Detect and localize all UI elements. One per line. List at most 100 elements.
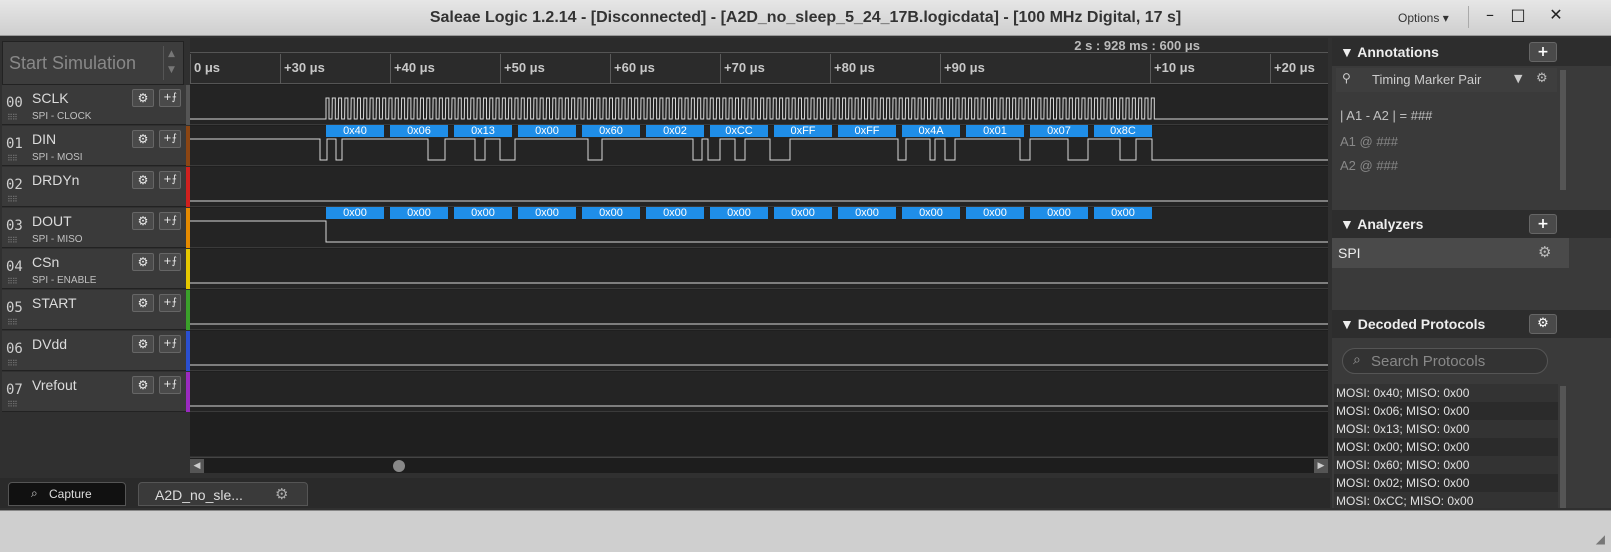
channel-name[interactable]: Vrefout xyxy=(32,377,77,393)
start-simulation-button[interactable]: Start Simulation ▲ ▼ xyxy=(2,41,184,85)
channel-00[interactable]: 00 ⠿⠿ SCLK SPI - CLOCK ⚙ +⨍ xyxy=(2,85,190,125)
mosi-byte[interactable]: 0x40 xyxy=(326,125,384,137)
channel-01[interactable]: 01 ⠿⠿ DIN SPI - MOSI ⚙ +⨍ xyxy=(2,126,190,166)
gear-icon[interactable]: ⚙ xyxy=(132,335,154,353)
channel-name[interactable]: DVdd xyxy=(32,336,67,352)
miso-byte[interactable]: 0x00 xyxy=(582,207,640,219)
mosi-byte[interactable]: 0x00 xyxy=(518,125,576,137)
channel-04[interactable]: 04 ⠿⠿ CSn SPI - ENABLE ⚙ +⨍ xyxy=(2,249,190,289)
mosi-byte[interactable]: 0x4A xyxy=(902,125,960,137)
miso-byte[interactable]: 0x00 xyxy=(838,207,896,219)
scroll-right-icon[interactable]: ▶ xyxy=(1314,459,1328,473)
decoded-row[interactable]: MOSI: 0xCC; MISO: 0x00 xyxy=(1334,492,1558,508)
decoded-row[interactable]: MOSI: 0x00; MISO: 0x00 xyxy=(1334,438,1558,456)
miso-byte[interactable]: 0x00 xyxy=(518,207,576,219)
decoded-settings-button[interactable]: ⚙ xyxy=(1529,314,1557,334)
miso-byte[interactable]: 0x00 xyxy=(390,207,448,219)
mosi-byte[interactable]: 0x60 xyxy=(582,125,640,137)
drag-handle-icon[interactable]: ⠿⠿ xyxy=(7,195,18,204)
miso-byte[interactable]: 0x00 xyxy=(774,207,832,219)
horizontal-scrollbar[interactable]: ◀ ▶ xyxy=(190,457,1328,473)
decoded-row[interactable]: MOSI: 0x06; MISO: 0x00 xyxy=(1334,402,1558,420)
gear-icon[interactable]: ⚙ xyxy=(275,485,288,503)
add-analyzer-button[interactable]: + xyxy=(1529,214,1557,234)
gear-icon[interactable]: ⚙ xyxy=(1536,71,1548,86)
drag-handle-icon[interactable]: ⠿⠿ xyxy=(7,236,18,245)
gear-icon[interactable]: ⚙ xyxy=(132,294,154,312)
channel-06[interactable]: 06 ⠿⠿ DVdd ⚙ +⨍ xyxy=(2,331,190,371)
gear-icon[interactable]: ⚙ xyxy=(132,130,154,148)
miso-byte[interactable]: 0x00 xyxy=(454,207,512,219)
miso-byte[interactable]: 0x00 xyxy=(646,207,704,219)
gear-icon[interactable]: ⚙ xyxy=(132,89,154,107)
channel-02[interactable]: 02 ⠿⠿ DRDYn ⚙ +⨍ xyxy=(2,167,190,207)
mosi-byte[interactable]: 0x07 xyxy=(1030,125,1088,137)
drag-handle-icon[interactable]: ⠿⠿ xyxy=(7,318,18,327)
trigger-icon[interactable]: +⨍ xyxy=(159,376,181,394)
channel-name[interactable]: CSn xyxy=(32,254,59,270)
miso-byte[interactable]: 0x00 xyxy=(966,207,1024,219)
mosi-byte[interactable]: 0x06 xyxy=(390,125,448,137)
mosi-byte[interactable]: 0xCC xyxy=(710,125,768,137)
maximize-icon[interactable]: □ xyxy=(1506,4,1530,26)
signal-row-03[interactable]: 0x00 0x00 0x00 0x00 0x00 0x00 0x00 0x00 0x00 0x00… xyxy=(190,207,1328,248)
scroll-left-icon[interactable]: ◀ xyxy=(190,459,204,473)
decoded-scrollbar[interactable] xyxy=(1560,386,1566,508)
trigger-icon[interactable]: +⨍ xyxy=(159,89,181,107)
signal-row-04[interactable] xyxy=(190,249,1328,289)
drag-handle-icon[interactable]: ⠿⠿ xyxy=(7,154,18,163)
add-annotation-button[interactable]: + xyxy=(1529,42,1557,62)
decoded-row[interactable]: MOSI: 0x02; MISO: 0x00 xyxy=(1334,474,1558,492)
gear-icon[interactable]: ⚙ xyxy=(132,376,154,394)
drag-handle-icon[interactable]: ⠿⠿ xyxy=(7,277,18,286)
trigger-icon[interactable]: +⨍ xyxy=(159,212,181,230)
tab-file[interactable]: A2D_no_sle... ⚙ xyxy=(138,482,308,506)
annotations-scrollbar[interactable] xyxy=(1560,70,1566,190)
mosi-byte[interactable]: 0x13 xyxy=(454,125,512,137)
channel-name[interactable]: DIN xyxy=(32,131,56,147)
options-menu[interactable]: Options ▾ xyxy=(1398,11,1449,25)
signal-row-00[interactable] xyxy=(190,85,1328,125)
tab-capture[interactable]: ⌕ Capture xyxy=(8,482,126,506)
spinner-arrows-icon[interactable]: ▲ ▼ xyxy=(163,46,179,80)
drag-handle-icon[interactable]: ⠿⠿ xyxy=(7,359,18,368)
miso-byte[interactable]: 0x00 xyxy=(902,207,960,219)
timing-marker-row[interactable]: ⚲ Timing Marker Pair ▼ ⚙ xyxy=(1336,68,1557,92)
gear-icon[interactable]: ⚙ xyxy=(132,212,154,230)
gear-icon[interactable]: ⚙ xyxy=(132,253,154,271)
scroll-thumb[interactable] xyxy=(393,460,405,472)
resize-grip-icon[interactable]: ◢ xyxy=(1596,532,1605,546)
channel-05[interactable]: 05 ⠿⠿ START ⚙ +⨍ xyxy=(2,290,190,330)
decoded-row[interactable]: MOSI: 0x40; MISO: 0x00 xyxy=(1334,384,1558,402)
channel-name[interactable]: SCLK xyxy=(32,90,69,106)
miso-byte[interactable]: 0x00 xyxy=(326,207,384,219)
trigger-icon[interactable]: +⨍ xyxy=(159,294,181,312)
gear-icon[interactable]: ⚙ xyxy=(132,171,154,189)
channel-07[interactable]: 07 ⠿⠿ Vrefout ⚙ +⨍ xyxy=(2,372,190,412)
mosi-byte[interactable]: 0xFF xyxy=(774,125,832,137)
mosi-byte[interactable]: 0x02 xyxy=(646,125,704,137)
channel-03[interactable]: 03 ⠿⠿ DOUT SPI - MISO ⚙ +⨍ xyxy=(2,208,190,248)
mosi-byte[interactable]: 0x01 xyxy=(966,125,1024,137)
gear-icon[interactable]: ⚙ xyxy=(1538,243,1551,261)
trigger-icon[interactable]: +⨍ xyxy=(159,130,181,148)
drag-handle-icon[interactable]: ⠿⠿ xyxy=(7,400,18,409)
drag-handle-icon[interactable]: ⠿⠿ xyxy=(7,113,18,122)
channel-name[interactable]: DOUT xyxy=(32,213,72,229)
decoded-row[interactable]: MOSI: 0x60; MISO: 0x00 xyxy=(1334,456,1558,474)
signal-row-01[interactable]: 0x40 0x06 0x13 0x00 0x60 0x02 0xCC 0xFF 0xFF 0x4A… xyxy=(190,125,1328,166)
close-icon[interactable]: ✕ xyxy=(1544,4,1568,26)
decoded-list[interactable]: MOSI: 0x40; MISO: 0x00 MOSI: 0x06; MISO: … xyxy=(1334,384,1558,508)
waveform-view[interactable]: 2 s : 928 ms : 600 μs 0 μs +30 μs +40 μs +5… xyxy=(190,38,1328,456)
trigger-icon[interactable]: +⨍ xyxy=(159,253,181,271)
channel-name[interactable]: START xyxy=(32,295,77,311)
mosi-byte[interactable]: 0x8C xyxy=(1094,125,1152,137)
decoded-row[interactable]: MOSI: 0x13; MISO: 0x00 xyxy=(1334,420,1558,438)
mosi-byte[interactable]: 0xFF xyxy=(838,125,896,137)
miso-byte[interactable]: 0x00 xyxy=(1094,207,1152,219)
dropdown-icon[interactable]: ▼ xyxy=(1514,72,1522,85)
trigger-icon[interactable]: +⨍ xyxy=(159,171,181,189)
analyzer-spi[interactable]: SPI ⚙ xyxy=(1332,238,1569,268)
search-protocols-input[interactable]: ⌕ Search Protocols xyxy=(1342,348,1548,374)
trigger-icon[interactable]: +⨍ xyxy=(159,335,181,353)
